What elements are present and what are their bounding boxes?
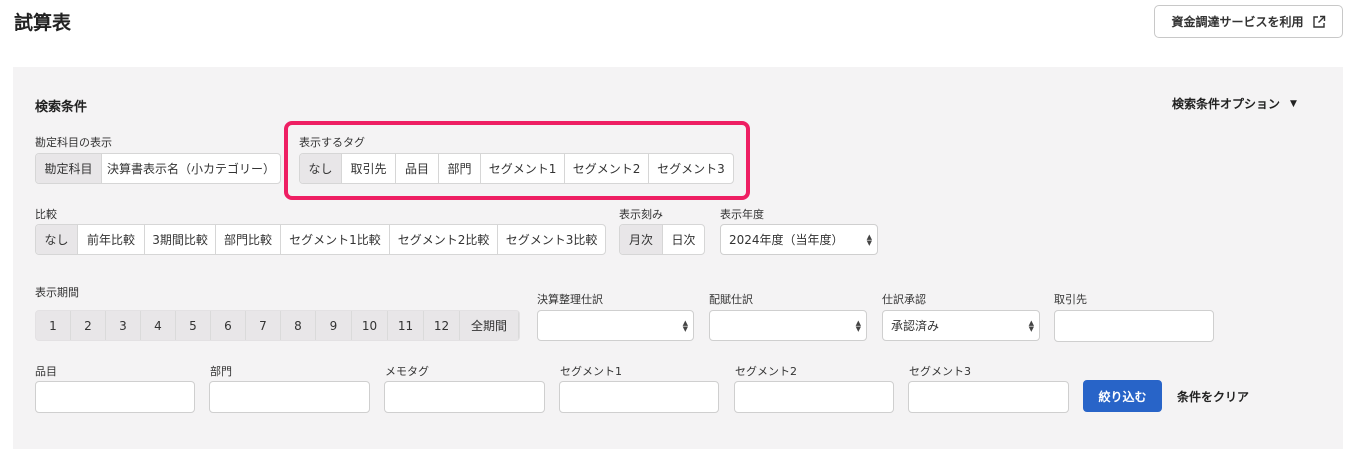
approval-value: 承認済み (891, 319, 940, 333)
interval-toggle: 月次 日次 (619, 224, 705, 255)
period-option-12[interactable]: 12 (424, 311, 460, 340)
allocation-entries-label: 配賦仕訳 (709, 293, 753, 306)
funding-service-button[interactable]: 資金調達サービスを利用 (1154, 5, 1343, 38)
account-display-toggle: 勘定科目 決算書表示名（小カテゴリー） (35, 153, 281, 184)
period-option-2[interactable]: 2 (71, 311, 106, 340)
period-label: 表示期間 (35, 286, 79, 299)
partner-label: 取引先 (1054, 293, 1087, 306)
comparison-toggle: なし 前年比較 3期間比較 部門比較 セグメント1比較 セグメント2比較 セグメ… (35, 224, 606, 255)
search-options-toggle[interactable]: 検索条件オプション ▼ (1172, 95, 1297, 112)
closing-entries-select[interactable]: ▲ ▼ (537, 310, 694, 341)
period-option-5[interactable]: 5 (176, 311, 211, 340)
search-options-label: 検索条件オプション (1172, 97, 1281, 111)
item-input[interactable] (35, 381, 195, 413)
search-section-title: 検索条件 (35, 100, 88, 115)
period-option-8[interactable]: 8 (281, 311, 316, 340)
allocation-entries-select[interactable]: ▲ ▼ (709, 310, 867, 341)
period-toggle: 1 2 3 4 5 6 7 8 9 10 11 12 全期間 (35, 310, 520, 341)
interval-option-daily[interactable]: 日次 (663, 225, 704, 254)
filter-button[interactable]: 絞り込む (1083, 380, 1162, 412)
comparison-option-none[interactable]: なし (36, 225, 78, 254)
select-arrows-icon: ▲ ▼ (866, 233, 872, 247)
memo-tag-input[interactable] (384, 381, 545, 413)
approval-label: 仕訳承認 (882, 293, 926, 306)
department-label: 部門 (210, 365, 232, 378)
comparison-option-3-periods[interactable]: 3期間比較 (145, 225, 216, 254)
comparison-option-prev-year[interactable]: 前年比較 (78, 225, 145, 254)
page-title: 試算表 (14, 12, 72, 34)
fiscal-year-label: 表示年度 (720, 208, 764, 221)
external-link-icon (1312, 15, 1325, 28)
segment1-label: セグメント1 (560, 365, 622, 378)
select-arrows-icon: ▲ ▼ (682, 319, 688, 333)
period-option-3[interactable]: 3 (106, 311, 141, 340)
period-option-6[interactable]: 6 (211, 311, 246, 340)
memo-tag-label: メモタグ (385, 365, 429, 378)
account-display-option-statement-name[interactable]: 決算書表示名（小カテゴリー） (102, 154, 280, 183)
period-option-7[interactable]: 7 (246, 311, 281, 340)
caret-down-icon: ▼ (1290, 98, 1297, 109)
display-tag-highlight (284, 121, 750, 200)
select-arrows-icon: ▲ ▼ (1028, 319, 1034, 333)
segment1-input[interactable] (559, 381, 719, 413)
closing-entries-label: 決算整理仕訳 (537, 293, 603, 306)
comparison-option-segment3[interactable]: セグメント3比較 (498, 225, 605, 254)
segment2-input[interactable] (734, 381, 894, 413)
period-option-1[interactable]: 1 (36, 311, 71, 340)
comparison-label: 比較 (35, 208, 57, 221)
department-input[interactable] (209, 381, 370, 413)
period-option-9[interactable]: 9 (316, 311, 352, 340)
segment3-label: セグメント3 (909, 365, 971, 378)
clear-conditions-button[interactable]: 条件をクリア (1177, 380, 1249, 412)
account-display-option-account[interactable]: 勘定科目 (36, 154, 102, 183)
fiscal-year-select[interactable]: 2024年度（当年度） ▲ ▼ (720, 224, 878, 255)
account-display-label: 勘定科目の表示 (35, 136, 112, 149)
approval-select[interactable]: 承認済み ▲ ▼ (882, 310, 1040, 341)
segment3-input[interactable] (908, 381, 1069, 413)
period-option-10[interactable]: 10 (352, 311, 388, 340)
comparison-option-segment2[interactable]: セグメント2比較 (390, 225, 498, 254)
comparison-option-department[interactable]: 部門比較 (216, 225, 281, 254)
interval-label: 表示刻み (619, 208, 663, 221)
comparison-option-segment1[interactable]: セグメント1比較 (281, 225, 390, 254)
interval-option-monthly[interactable]: 月次 (620, 225, 663, 254)
partner-input[interactable] (1054, 310, 1214, 342)
item-label: 品目 (35, 365, 57, 378)
period-option-all[interactable]: 全期間 (460, 311, 519, 340)
select-arrows-icon: ▲ ▼ (855, 319, 861, 333)
segment2-label: セグメント2 (735, 365, 797, 378)
fiscal-year-value: 2024年度（当年度） (729, 233, 844, 247)
period-option-4[interactable]: 4 (141, 311, 176, 340)
period-option-11[interactable]: 11 (388, 311, 424, 340)
funding-service-label: 資金調達サービスを利用 (1171, 15, 1304, 29)
